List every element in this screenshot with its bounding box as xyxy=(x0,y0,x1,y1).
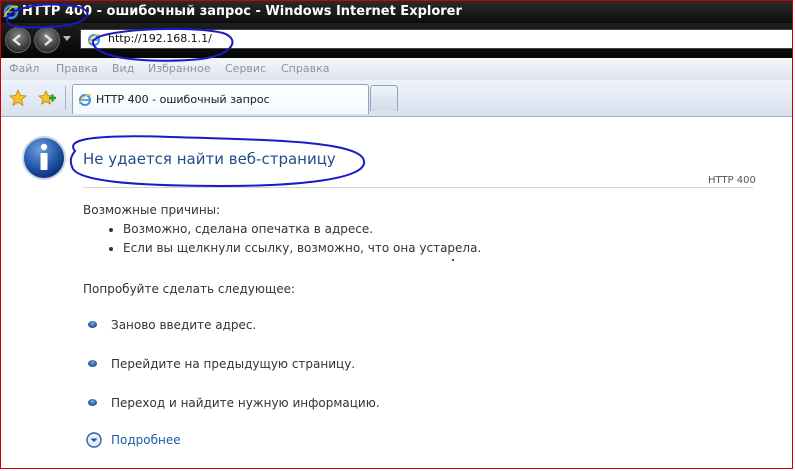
chevron-down-circle-icon[interactable] xyxy=(86,432,102,448)
try-heading: Попробуйте сделать следующее: xyxy=(83,282,296,296)
tab-label: HTTP 400 - ошибочный запрос xyxy=(96,93,270,106)
favorites-button[interactable] xyxy=(9,88,27,111)
internet-explorer-icon xyxy=(3,4,19,24)
forward-button[interactable] xyxy=(34,27,60,53)
cause-item: Возможно, сделана опечатка в адресе. xyxy=(123,222,374,236)
menu-tools[interactable]: Сервис xyxy=(225,62,266,75)
title-divider xyxy=(83,187,753,188)
toolbar-separator xyxy=(65,86,66,110)
forward-arrow-icon xyxy=(44,34,53,46)
star-icon xyxy=(9,88,27,107)
menu-file[interactable]: Файл xyxy=(9,62,39,75)
browser-window: HTTP 400 - ошибочный запрос - Windows In… xyxy=(0,0,793,469)
bullet-icon xyxy=(88,399,97,406)
causes-heading: Возможные причины: xyxy=(83,203,221,217)
add-favorite-icon xyxy=(38,90,56,105)
bullet-icon xyxy=(109,247,113,251)
annotation-dot xyxy=(452,259,454,261)
page-title: Не удается найти веб-страницу xyxy=(83,150,336,168)
bullet-icon xyxy=(88,360,97,367)
error-code: HTTP 400 xyxy=(708,175,756,186)
action-item: Переход и найдите нужную информацию. xyxy=(111,396,380,410)
tab-bar: HTTP 400 - ошибочный запрос xyxy=(1,80,792,117)
navigation-bar: http://192.168.1.1/ xyxy=(1,23,792,58)
address-bar[interactable]: http://192.168.1.1/ xyxy=(80,29,792,51)
menu-view[interactable]: Вид xyxy=(112,62,134,75)
menu-edit[interactable]: Правка xyxy=(56,62,98,75)
menu-bar: Файл Правка Вид Избранное Сервис Справка xyxy=(1,58,792,81)
more-info-link[interactable]: Подробнее xyxy=(111,433,181,447)
info-icon xyxy=(22,136,66,180)
menu-favorites[interactable]: Избранное xyxy=(148,62,210,75)
back-arrow-icon xyxy=(12,34,21,46)
history-dropdown-icon[interactable] xyxy=(63,36,71,42)
action-item: Перейдите на предыдущую страницу. xyxy=(111,357,356,371)
new-tab-button[interactable] xyxy=(370,85,398,111)
bullet-icon xyxy=(109,228,113,232)
internet-explorer-icon xyxy=(78,92,92,111)
page-content: Не удается найти веб-страницу HTTP 400 В… xyxy=(1,117,792,468)
url-text[interactable]: http://192.168.1.1/ xyxy=(108,32,212,45)
cause-item: Если вы щелкнули ссылку, возможно, что о… xyxy=(123,241,482,255)
back-button[interactable] xyxy=(5,27,31,53)
page-icon xyxy=(87,32,101,51)
menu-help[interactable]: Справка xyxy=(281,62,329,75)
bullet-icon xyxy=(88,321,97,328)
title-bar: HTTP 400 - ошибочный запрос - Windows In… xyxy=(1,1,792,23)
add-favorite-button[interactable] xyxy=(38,89,56,111)
tab-http-400[interactable]: HTTP 400 - ошибочный запрос xyxy=(72,84,369,114)
window-title: HTTP 400 - ошибочный запрос - Windows In… xyxy=(22,4,462,19)
action-item: Заново введите адрес. xyxy=(111,318,257,332)
